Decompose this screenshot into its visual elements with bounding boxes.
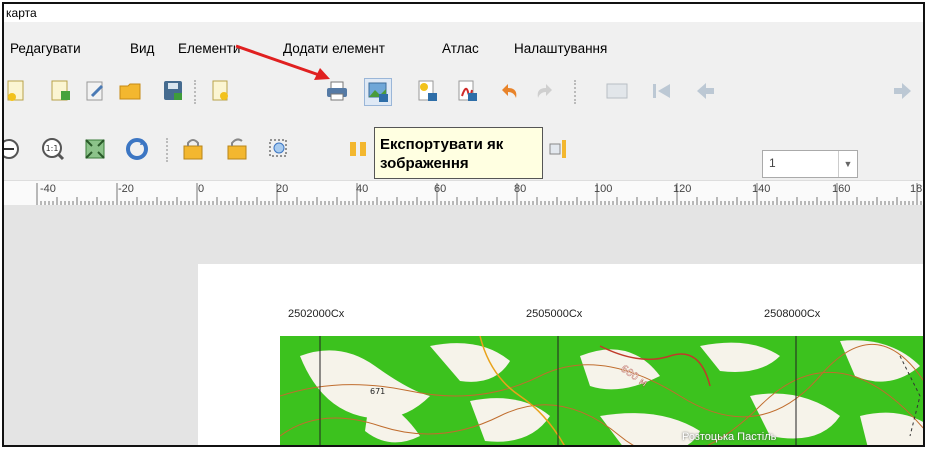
align-icon[interactable] <box>346 136 372 162</box>
toolbar-separator <box>166 138 172 162</box>
layout-canvas[interactable]: 2502000Cx 2505000Cx 2508000Cx 600 м 671 … <box>4 205 923 445</box>
menu-view[interactable]: Вид <box>130 38 154 60</box>
ruler-label: 160 <box>832 183 851 195</box>
zoom-full-icon[interactable] <box>82 136 108 162</box>
ruler-label: 60 <box>434 183 447 195</box>
duplicate-layout-icon[interactable] <box>48 78 74 104</box>
export-image-icon[interactable] <box>364 78 392 106</box>
refresh-icon[interactable] <box>124 136 150 162</box>
menu-bar: Редагувати Вид Елементи Додати елемент А… <box>4 38 923 60</box>
export-svg-icon[interactable] <box>414 78 440 104</box>
menu-items[interactable]: Елементи <box>178 38 240 60</box>
ruler-label: 140 <box>752 183 771 195</box>
ruler-label: 120 <box>673 183 692 195</box>
ruler-label: 100 <box>594 183 613 195</box>
tooltip: Експортувати як зображення <box>374 127 543 179</box>
grid-coordinate: 2505000Cx <box>526 308 583 320</box>
save-icon[interactable] <box>160 78 186 104</box>
layout-toolbar: 1 ▼ <box>4 74 923 178</box>
toolbar-separator <box>574 80 580 104</box>
map-item[interactable]: 600 м 671 Розтоцька Пастіль <box>280 336 923 445</box>
ruler-label: 80 <box>514 183 527 195</box>
topographic-map: 600 м 671 <box>280 336 923 445</box>
layout-page[interactable]: 2502000Cx 2505000Cx 2508000Cx 600 м 671 … <box>198 264 923 445</box>
toolbar-separator <box>194 80 200 104</box>
ruler-label: 0 <box>198 183 205 195</box>
first-feature-icon[interactable] <box>648 78 674 104</box>
grid-coordinate: 2502000Cx <box>288 308 345 320</box>
window-title: карта <box>4 4 923 22</box>
ruler-label: -40 <box>40 183 56 195</box>
tooltip-line1: Експортувати як <box>380 136 504 153</box>
open-template-icon[interactable] <box>118 78 144 104</box>
tooltip-line2: зображення <box>380 155 469 172</box>
menu-atlas[interactable]: Атлас <box>442 38 479 60</box>
village-label: Розтоцька Пастіль <box>682 431 777 443</box>
print-icon[interactable] <box>324 78 350 104</box>
menu-edit[interactable]: Редагувати <box>10 38 81 60</box>
atlas-preview-icon[interactable] <box>604 78 630 104</box>
export-pdf-icon[interactable] <box>454 78 480 104</box>
menu-settings[interactable]: Налаштування <box>514 38 607 60</box>
new-page-icon[interactable] <box>208 78 234 104</box>
ruler-label: 18 <box>910 183 923 195</box>
svg-text:1:1: 1:1 <box>46 144 59 153</box>
redo-icon[interactable] <box>532 78 558 104</box>
ruler-label: 40 <box>356 183 369 195</box>
new-layout-icon[interactable] <box>4 78 30 104</box>
zoom-actual-icon[interactable]: 1:1 <box>40 136 66 162</box>
grid-coordinate: 2508000Cx <box>764 308 821 320</box>
menu-add-item[interactable]: Додати елемент <box>283 38 385 60</box>
horizontal-ruler: -40 -20 0 20 40 60 80 100 120 140 160 18 <box>4 180 923 206</box>
next-feature-icon[interactable] <box>890 78 916 104</box>
lock-icon[interactable] <box>180 136 206 162</box>
undo-icon[interactable] <box>496 78 522 104</box>
distribute-icon[interactable] <box>548 136 574 162</box>
previous-feature-icon[interactable] <box>692 78 718 104</box>
ruler-label: -20 <box>118 183 134 195</box>
layout-window: карта Редагувати Вид Елементи Додати еле… <box>2 2 925 447</box>
unlock-icon[interactable] <box>224 136 250 162</box>
ruler-ticks <box>36 183 922 205</box>
spot-height-label: 671 <box>370 387 385 396</box>
zoom-out-icon[interactable] <box>4 136 22 162</box>
layout-manager-icon[interactable] <box>82 78 108 104</box>
select-icon[interactable] <box>266 136 292 162</box>
ruler-label: 20 <box>276 183 289 195</box>
